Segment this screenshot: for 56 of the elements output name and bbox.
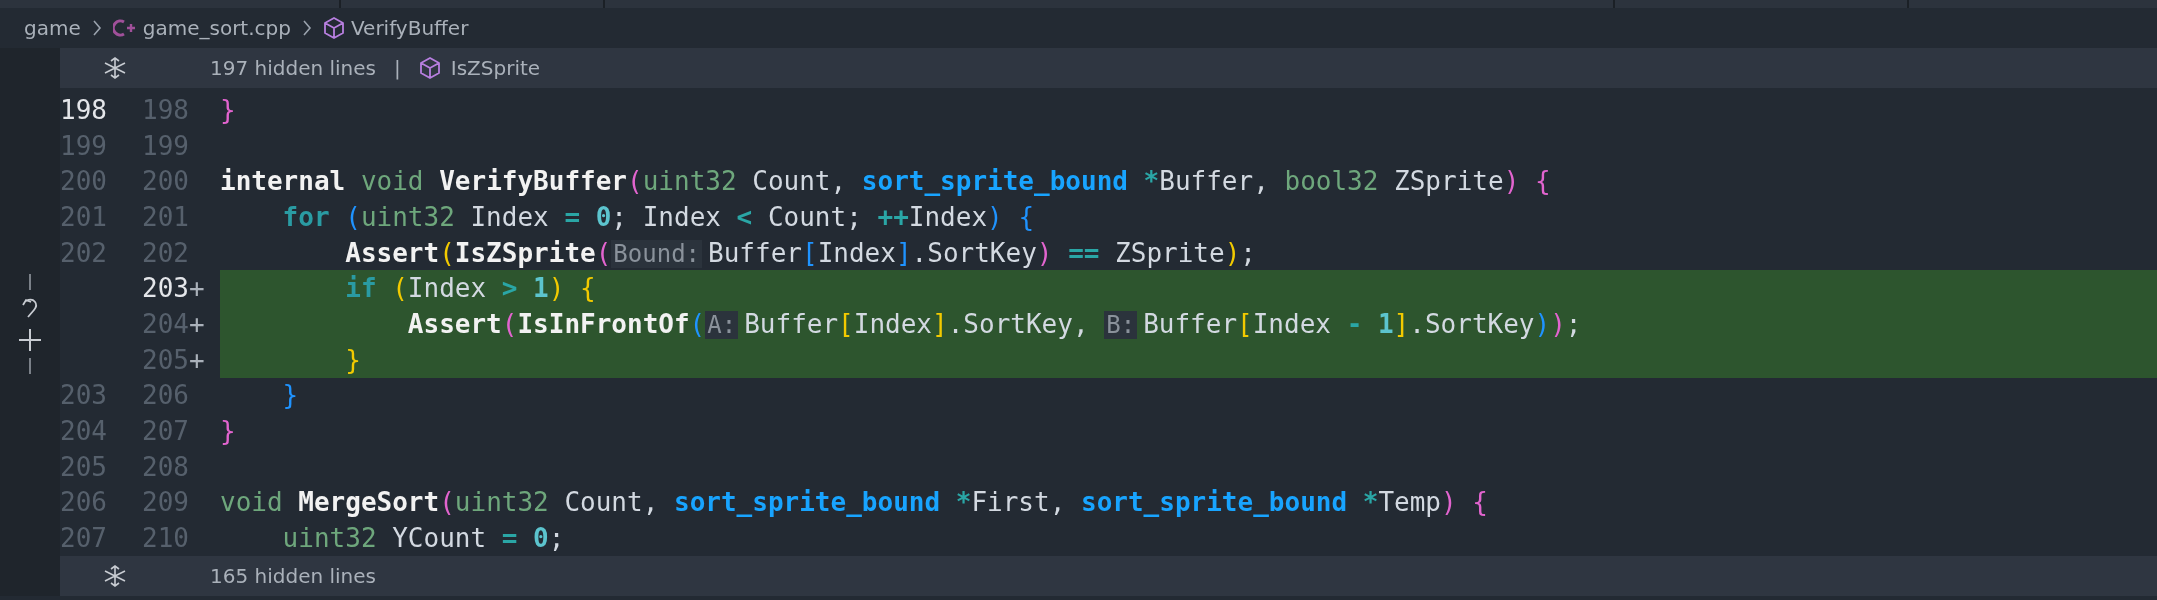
line-number: 209 bbox=[142, 487, 189, 518]
line-number: 200 bbox=[142, 166, 189, 197]
line-number: 207 bbox=[60, 523, 107, 554]
line-number: 203 bbox=[60, 380, 107, 411]
code-line: } bbox=[220, 416, 236, 447]
line-number: 210 bbox=[142, 523, 189, 554]
plus-icon[interactable] bbox=[18, 327, 42, 352]
code-line: } bbox=[281, 380, 299, 411]
line-number: 202 bbox=[60, 237, 107, 268]
line-number: 203 bbox=[142, 273, 189, 304]
chevron-icon bbox=[300, 18, 313, 38]
line-number: 200 bbox=[60, 166, 107, 197]
line-number: 198 bbox=[142, 94, 189, 125]
line-number: 204 bbox=[60, 416, 107, 447]
line-number: 199 bbox=[60, 130, 107, 161]
code-line: uint32 YCount = 0; bbox=[281, 523, 565, 554]
line-number: 207 bbox=[142, 416, 189, 447]
breadcrumb-item[interactable]: VerifyBuffer bbox=[350, 16, 469, 40]
code-line: for (uint32 Index = 0; Index < Count; ++Index) { bbox=[281, 201, 1035, 232]
unfold-icon[interactable] bbox=[104, 564, 126, 587]
added-marker: + bbox=[188, 344, 205, 375]
line-number: 208 bbox=[142, 451, 189, 482]
unfold-icon[interactable] bbox=[104, 57, 126, 79]
cube-icon bbox=[322, 16, 345, 40]
added-marker: + bbox=[188, 308, 205, 339]
file-type-icon bbox=[112, 18, 137, 38]
line-number: 205 bbox=[142, 344, 189, 375]
code-line: void MergeSort(uint32 Count, sort_sprite_bound *First, sort_sprite_bound *Temp) { bbox=[220, 487, 1488, 518]
line-number: 202 bbox=[142, 237, 189, 268]
code-line: if (Index > 1) { bbox=[344, 273, 596, 304]
breadcrumb-item[interactable]: game_sort.cpp bbox=[142, 16, 291, 40]
line-number: 206 bbox=[142, 380, 189, 411]
symbol-label: IsZSprite bbox=[450, 56, 541, 80]
cube-icon bbox=[418, 56, 441, 80]
hidden-lines-label: 197 hidden lines bbox=[210, 56, 376, 80]
separator-label: | bbox=[394, 56, 401, 80]
line-number: 205 bbox=[60, 451, 107, 482]
breadcrumb-item[interactable]: game bbox=[24, 16, 81, 40]
line-number: 198 bbox=[60, 94, 107, 125]
folded-region-bar[interactable]: 197 hidden lines | IsZSprite bbox=[60, 48, 2157, 88]
code-line: Assert(IsZSprite(Bound: Buffer[Index].SortKey) == ZSprite); bbox=[344, 237, 1256, 268]
added-marker: + bbox=[188, 273, 205, 304]
line-number: 204 bbox=[142, 308, 189, 339]
line-number: 206 bbox=[60, 487, 107, 518]
line-number: 201 bbox=[142, 201, 189, 232]
code-line: } bbox=[220, 94, 236, 125]
code-line: } bbox=[344, 344, 361, 375]
hidden-lines-label: 165 hidden lines bbox=[210, 563, 376, 588]
folded-region-bar[interactable]: 165 hidden lines bbox=[60, 555, 2157, 596]
gutter-tick bbox=[29, 273, 31, 290]
code-line: internal void VerifyBuffer(uint32 Count, sort_sprite_bound *Buffer, bool32 ZSprite) { bbox=[220, 166, 1551, 197]
line-number: 201 bbox=[60, 201, 107, 232]
code-line: Assert(IsInFrontOf(A: Buffer[Index].SortKey, B: Buffer[Index - 1].SortKey)); bbox=[406, 308, 1582, 339]
chevron-icon bbox=[90, 18, 103, 38]
line-number: 199 bbox=[142, 130, 189, 161]
gutter-tick bbox=[29, 357, 31, 374]
